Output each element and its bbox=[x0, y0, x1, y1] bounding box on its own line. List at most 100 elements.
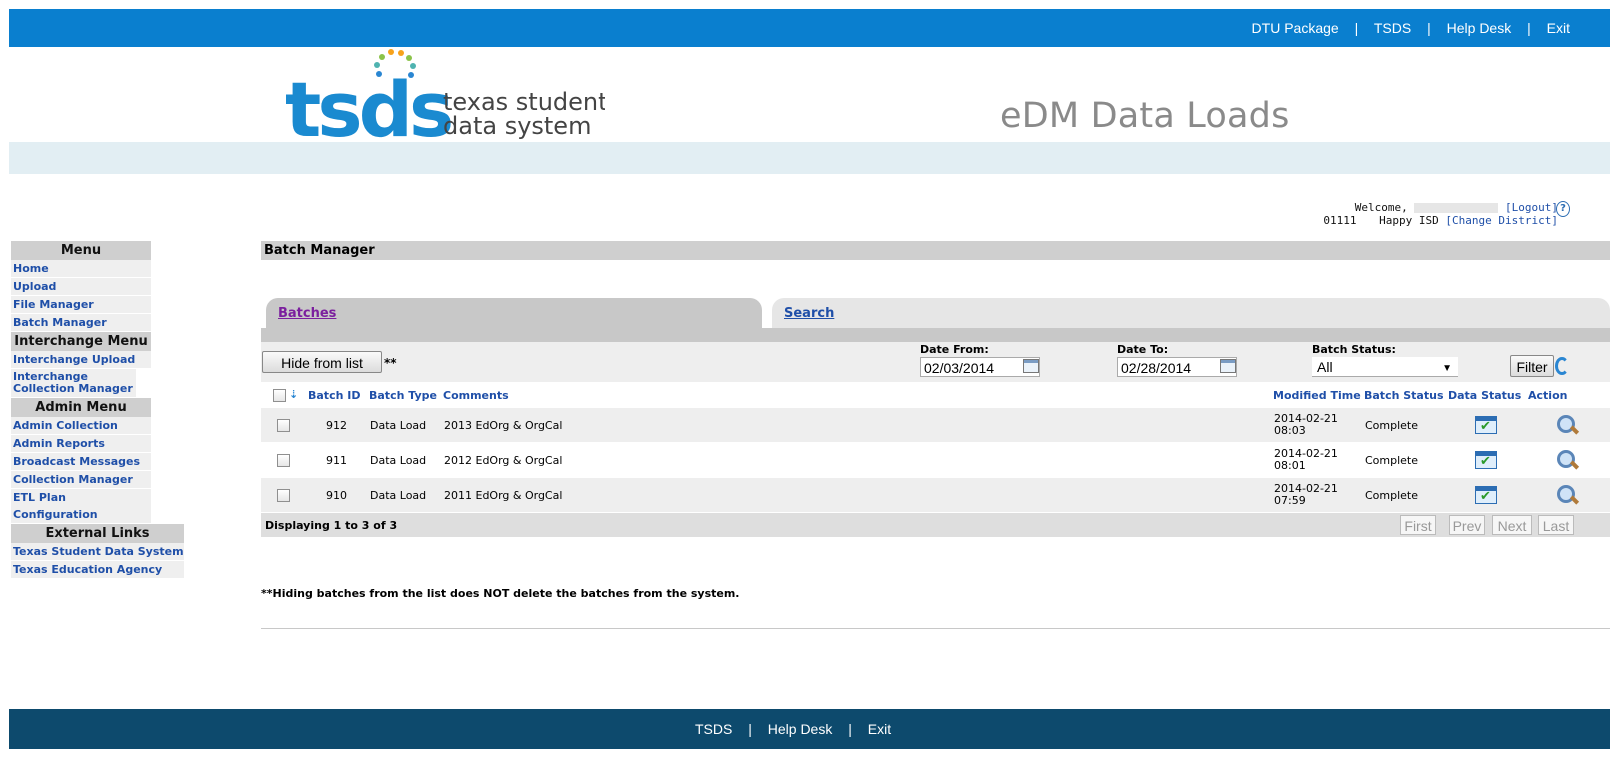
top-nav: DTU Package | TSDS | Help Desk | Exit bbox=[1252, 20, 1570, 36]
magnifier-icon[interactable] bbox=[1556, 449, 1580, 471]
table-row: 910 Data Load 2011 EdOrg & OrgCal 2014-0… bbox=[261, 477, 1610, 513]
batch-status-cell: Complete bbox=[1362, 442, 1446, 478]
hide-from-list-button[interactable]: Hide from list bbox=[262, 351, 382, 373]
magnifier-icon[interactable] bbox=[1556, 414, 1580, 436]
help-icon[interactable]: ? bbox=[1556, 201, 1570, 217]
sidebar-link-etl-plan-configuration[interactable]: ETL Plan Configuration bbox=[13, 491, 98, 521]
data-status-cell: ✔ bbox=[1446, 477, 1526, 513]
pager-next-button[interactable]: Next bbox=[1492, 515, 1532, 535]
district-name: Happy ISD bbox=[1379, 214, 1439, 227]
sidebar-item-texas-education-agency[interactable]: Texas Education Agency bbox=[11, 561, 184, 579]
bottom-nav-help-desk[interactable]: Help Desk bbox=[768, 721, 833, 737]
sidebar-link-admin-collection[interactable]: Admin Collection bbox=[13, 419, 118, 432]
sidebar-link-batch-manager[interactable]: Batch Manager bbox=[13, 316, 107, 329]
date-to-input[interactable]: 02/28/2014 bbox=[1117, 357, 1237, 377]
nav-separator: | bbox=[1527, 20, 1531, 36]
interchange-menu-heading: Interchange Menu bbox=[11, 332, 151, 351]
nav-separator: | bbox=[1427, 20, 1431, 36]
date-from-input[interactable]: 02/03/2014 bbox=[920, 357, 1040, 377]
batch-type-cell: Data Load bbox=[367, 442, 441, 478]
sidebar-item-admin-collection[interactable]: Admin Collection bbox=[11, 417, 151, 435]
column-header-data-status[interactable]: Data Status bbox=[1446, 382, 1526, 408]
calendar-icon[interactable] bbox=[1220, 359, 1236, 373]
sidebar-link-interchange-collection-manager[interactable]: Interchange Collection Manager bbox=[13, 370, 133, 395]
row-checkbox[interactable] bbox=[277, 488, 290, 502]
bottom-nav-exit[interactable]: Exit bbox=[868, 721, 891, 737]
page-title: Batch Manager bbox=[261, 241, 1610, 260]
calendar-icon[interactable] bbox=[1023, 359, 1039, 373]
sidebar-item-etl-plan-configuration[interactable]: ETL Plan Configuration bbox=[11, 489, 151, 524]
select-all-checkbox[interactable] bbox=[273, 388, 286, 402]
sidebar-item-batch-manager[interactable]: Batch Manager bbox=[11, 314, 151, 332]
data-status-check-icon[interactable]: ✔ bbox=[1475, 486, 1497, 504]
change-district-link[interactable]: [Change District] bbox=[1445, 214, 1558, 227]
column-header-batch-id[interactable]: Batch ID bbox=[306, 382, 367, 408]
tab-batches-link[interactable]: Batches bbox=[278, 306, 336, 321]
batch-type-cell: Data Load bbox=[367, 477, 441, 513]
data-status-check-icon[interactable]: ✔ bbox=[1475, 416, 1497, 434]
welcome-block: Welcome, [Logout] 01111 Happy ISD [Chang… bbox=[1323, 201, 1558, 227]
batch-status-select[interactable]: All ▼ bbox=[1312, 357, 1458, 377]
modified-time-cell: 2014-02-21 07:59 bbox=[1271, 477, 1362, 513]
modified-time-cell: 2014-02-21 08:01 bbox=[1271, 442, 1362, 478]
column-header-batch-status[interactable]: Batch Status bbox=[1362, 382, 1446, 408]
sidebar-item-interchange-upload[interactable]: Interchange Upload bbox=[11, 351, 151, 369]
sidebar-link-collection-manager[interactable]: Collection Manager bbox=[13, 473, 133, 486]
sidebar-link-admin-reports[interactable]: Admin Reports bbox=[13, 437, 105, 450]
top-nav-dtu-package[interactable]: DTU Package bbox=[1252, 20, 1339, 36]
admin-menu-heading: Admin Menu bbox=[11, 398, 151, 417]
header-band bbox=[9, 142, 1610, 174]
column-header-comments[interactable]: Comments bbox=[441, 382, 1271, 408]
table-header-row: ⇣ Batch ID Batch Type Comments Modified … bbox=[261, 382, 1610, 408]
bottom-bar: TSDS | Help Desk | Exit bbox=[9, 709, 1610, 749]
top-nav-help-desk[interactable]: Help Desk bbox=[1447, 20, 1512, 36]
top-nav-tsds[interactable]: TSDS bbox=[1374, 20, 1411, 36]
app-title: eDM Data Loads bbox=[1000, 96, 1290, 136]
row-select-cell bbox=[261, 408, 306, 443]
logout-link[interactable]: [Logout] bbox=[1505, 201, 1558, 214]
sidebar-item-collection-manager[interactable]: Collection Manager bbox=[11, 471, 151, 489]
filter-row: Hide from list ** Date From: 02/03/2014 … bbox=[261, 342, 1610, 382]
nav-separator: | bbox=[848, 721, 852, 737]
bottom-nav-tsds[interactable]: TSDS bbox=[695, 721, 732, 737]
sidebar-link-broadcast-messages[interactable]: Broadcast Messages bbox=[13, 455, 140, 468]
sidebar-item-file-manager[interactable]: File Manager bbox=[11, 296, 151, 314]
sidebar-link-home[interactable]: Home bbox=[13, 262, 49, 275]
row-checkbox[interactable] bbox=[277, 418, 290, 432]
column-header-modified-time[interactable]: Modified Time bbox=[1271, 382, 1362, 408]
sidebar-link-file-manager[interactable]: File Manager bbox=[13, 298, 94, 311]
nav-separator: | bbox=[748, 721, 752, 737]
column-header-action: Action bbox=[1526, 382, 1610, 408]
sidebar-item-upload[interactable]: Upload bbox=[11, 278, 151, 296]
sidebar-link-interchange-upload[interactable]: Interchange Upload bbox=[13, 353, 135, 366]
batch-id-cell: 911 bbox=[306, 442, 367, 478]
date-from-label: Date From: bbox=[920, 343, 989, 356]
sidebar-link-texas-education-agency[interactable]: Texas Education Agency bbox=[13, 563, 162, 576]
tab-batches[interactable]: Batches bbox=[266, 298, 762, 328]
pager-first-button[interactable]: First bbox=[1400, 515, 1436, 535]
sidebar-item-broadcast-messages[interactable]: Broadcast Messages bbox=[11, 453, 151, 471]
data-status-check-icon[interactable]: ✔ bbox=[1475, 451, 1497, 469]
sidebar-item-texas-student-data-system[interactable]: Texas Student Data System bbox=[11, 543, 184, 561]
sidebar-link-texas-student-data-system[interactable]: Texas Student Data System bbox=[13, 545, 184, 558]
sidebar-item-interchange-collection-manager[interactable]: Interchange Collection Manager bbox=[11, 369, 136, 398]
refresh-icon[interactable] bbox=[1555, 357, 1569, 375]
comments-cell: 2011 EdOrg & OrgCal bbox=[441, 477, 1271, 513]
column-header-batch-type[interactable]: Batch Type bbox=[367, 382, 441, 408]
tab-search[interactable]: Search bbox=[772, 298, 1610, 328]
pager-last-button[interactable]: Last bbox=[1538, 515, 1574, 535]
filter-button[interactable]: Filter bbox=[1510, 355, 1554, 377]
menu-heading: Menu bbox=[11, 241, 151, 260]
pager-prev-button[interactable]: Prev bbox=[1449, 515, 1485, 535]
main-content: Batch Manager Batches Search Hide from l… bbox=[261, 241, 1610, 537]
comments-cell: 2013 EdOrg & OrgCal bbox=[441, 408, 1271, 443]
tab-search-link[interactable]: Search bbox=[784, 306, 834, 321]
comments-cell: 2012 EdOrg & OrgCal bbox=[441, 442, 1271, 478]
sort-icon[interactable]: ⇣ bbox=[289, 388, 298, 401]
sidebar-item-admin-reports[interactable]: Admin Reports bbox=[11, 435, 151, 453]
sidebar-link-upload[interactable]: Upload bbox=[13, 280, 56, 293]
sidebar-item-home[interactable]: Home bbox=[11, 260, 151, 278]
magnifier-icon[interactable] bbox=[1556, 484, 1580, 506]
top-nav-exit[interactable]: Exit bbox=[1547, 20, 1570, 36]
row-checkbox[interactable] bbox=[277, 453, 290, 467]
